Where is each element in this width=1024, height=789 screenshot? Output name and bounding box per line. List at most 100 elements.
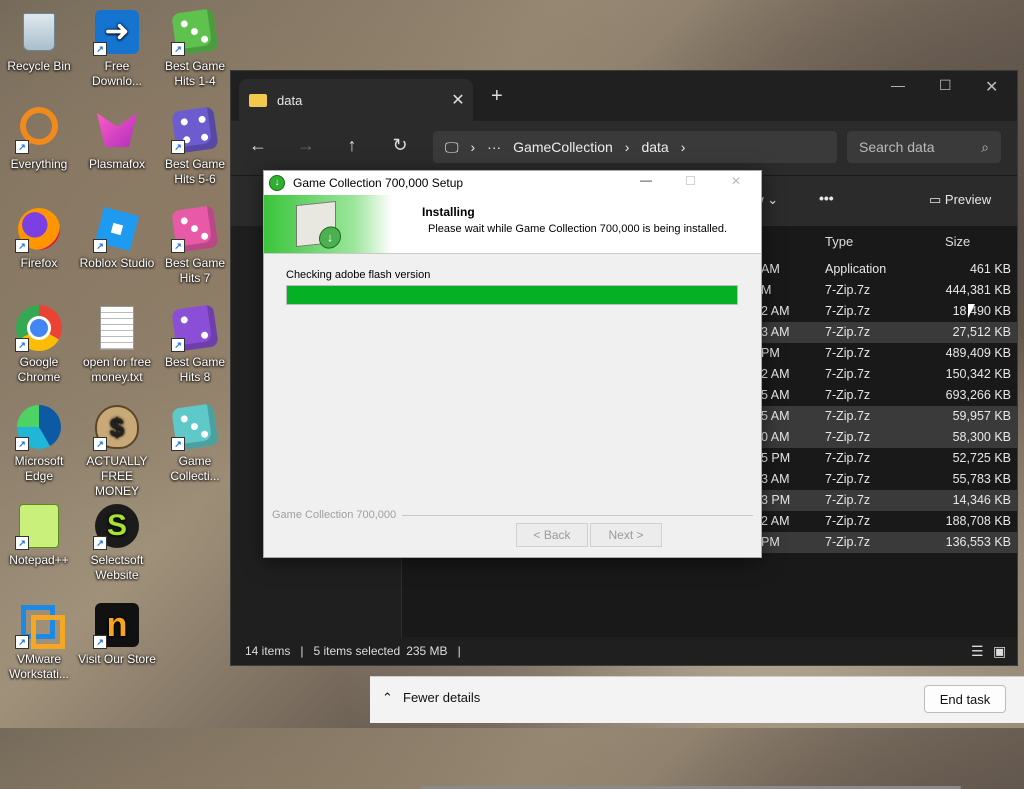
cell-date-modified: 5 PM [761,451,791,465]
details-view-icon[interactable]: ☰ [971,643,984,660]
package-icon: ↓ [296,200,341,250]
desktop-icon-microsoft-edge[interactable]: ↗ Microsoft Edge [0,403,78,484]
chevron-right-icon: › [680,139,686,155]
maximize-icon[interactable]: ☐ [939,77,952,94]
download-arrow-icon: ↓ [319,225,341,250]
fewer-details-link[interactable]: Fewer details [403,690,480,705]
cell-type: 7-Zip.7z [825,367,871,381]
folder-icon [249,93,267,107]
more-options-button[interactable]: ••• [819,190,834,206]
branding-line: Game Collection 700,000 [272,509,753,521]
desktop-icon-free-money[interactable]: $ ↗ ACTUALLY FREE MONEY [78,403,156,499]
desktop-icon-label: Free Downlo... [91,59,143,88]
desktop-icon-free-download[interactable]: ➜ ↗ Free Downlo... [78,8,156,89]
desktop-icon-best-game-hits-1-4[interactable]: ↗ Best Game Hits 1-4 [156,8,234,89]
desktop-icon-label: Game Collecti... [170,454,220,483]
column-header-size[interactable]: Size [945,234,970,249]
cell-size: 136,553 KB [945,535,1011,549]
dice-icon: ↗ [171,106,219,154]
search-icon: ⌕ [981,138,989,155]
column-header-type[interactable]: Type [825,234,853,249]
desktop-icon-label: ACTUALLY FREE MONEY [86,454,148,498]
cell-date-modified: 3 PM [761,493,791,507]
desktop-icon-label: Roblox Studio [79,256,155,270]
cell-type: 7-Zip.7z [825,430,871,444]
search-input[interactable]: Search data ⌕ [847,131,1001,163]
desktop-icon-game-collection[interactable]: ↗ Game Collecti... [156,403,234,484]
maximize-icon[interactable]: ☐ [685,174,696,188]
end-task-button[interactable]: End task [924,685,1006,713]
preview-button[interactable]: ▭ Preview [929,192,991,208]
desktop-icon-label: Notepad++ [9,553,69,567]
chrome-icon: ↗ [15,304,63,352]
computer-icon: 🖵 [445,138,459,155]
install-progress-bar [286,285,738,305]
close-icon[interactable]: ✕ [731,174,741,188]
back-arrow-icon[interactable]: ← [243,135,273,156]
setup-header: ↓ Installing Please wait while Game Coll… [264,195,761,254]
mouse-cursor-icon [968,304,975,318]
new-tab-button[interactable]: + [491,85,503,108]
tab-data[interactable]: data ✕ [239,79,473,121]
desktop-icon-label: Best Game Hits 5-6 [164,157,226,186]
desktop-icon-selectsoft[interactable]: S ↗ Selectsoft Website [78,502,156,583]
desktop-icon-label: Google Chrome [17,355,61,384]
desktop-icon-label: Firefox [20,256,58,270]
more-locations-icon[interactable]: ··· [487,139,501,155]
chevron-right-icon: › [470,139,476,155]
cell-size: 58,300 KB [952,430,1011,444]
desktop-icon-everything[interactable]: ↗ Everything [0,106,78,172]
up-arrow-icon[interactable]: ↑ [337,135,367,156]
progress-fill [287,286,737,304]
next-button[interactable]: Next > [590,523,662,547]
back-button[interactable]: < Back [516,523,588,547]
cell-size: 27,512 KB [952,325,1011,339]
desktop-icon-label: Best Game Hits 1-4 [164,59,226,88]
cell-type: 7-Zip.7z [825,304,871,318]
cell-size: 150,342 KB [945,367,1011,381]
minimize-icon[interactable]: — [891,77,905,93]
setup-titlebar: ↓ Game Collection 700,000 Setup — ☐ ✕ [264,171,761,195]
cell-size: 693,266 KB [945,388,1011,402]
tiles-view-icon[interactable]: ▣ [993,643,1006,660]
desktop-icon-label: Best Game Hits 8 [164,355,226,384]
cell-date-modified: 5 AM [761,409,790,423]
breadcrumb-gamecollection[interactable]: GameCollection [513,139,613,155]
cell-date-modified: M [761,283,772,297]
desktop-icon-best-game-hits-5-6[interactable]: ↗ Best Game Hits 5-6 [156,106,234,187]
cell-type: Application [825,262,887,276]
desktop-icon-visit-store[interactable]: n ↗ Visit Our Store [78,601,156,667]
desktop-icon-label: open for free money.txt [82,355,152,384]
close-window-icon[interactable]: ✕ [985,77,998,97]
refresh-icon[interactable]: ↻ [385,135,415,156]
cell-type: 7-Zip.7z [825,325,871,339]
desktop-icon-google-chrome[interactable]: ↗ Google Chrome [0,304,78,385]
desktop-icon-vmware[interactable]: ↗ VMware Workstati... [0,601,78,682]
selected-size: 235 MB [406,644,448,658]
cell-type: 7-Zip.7z [825,472,871,486]
recycle-bin-icon [15,8,63,56]
dice-icon: ↗ [171,8,219,56]
desktop-icon-roblox-studio[interactable]: ↗ Roblox Studio [78,205,156,271]
desktop-icon-recycle-bin[interactable]: Recycle Bin [0,8,78,74]
cell-date-modified: PM [761,346,780,360]
desktop-icon-best-game-hits-7[interactable]: ↗ Best Game Hits 7 [156,205,234,286]
forward-arrow-icon[interactable]: → [291,135,321,156]
desktop-icon-notepad-plus-plus[interactable]: ↗ Notepad++ [0,502,78,568]
desktop-icon-best-game-hits-8[interactable]: ↗ Best Game Hits 8 [156,304,234,385]
address-bar[interactable]: 🖵 › ··· GameCollection › data › [433,131,837,163]
dice-icon: ↗ [171,403,219,451]
chevron-right-icon: › [624,139,630,155]
tab-title: data [277,92,303,108]
desktop-icon-firefox[interactable]: ↗ Firefox [0,205,78,271]
cell-size: 55,783 KB [952,472,1011,486]
cell-date-modified: 3 AM [761,472,790,486]
desktop-icon-plasmafox[interactable]: Plasmafox [78,106,156,172]
firefox-icon: ↗ [15,205,63,253]
close-tab-icon[interactable]: ✕ [443,90,473,110]
minimize-icon[interactable]: — [640,173,652,187]
breadcrumb-data[interactable]: data [641,139,668,155]
chevron-up-icon[interactable]: ⌃ [382,690,393,706]
desktop-icon-text-file[interactable]: open for free money.txt [78,304,156,385]
preview-label: Preview [944,192,992,207]
